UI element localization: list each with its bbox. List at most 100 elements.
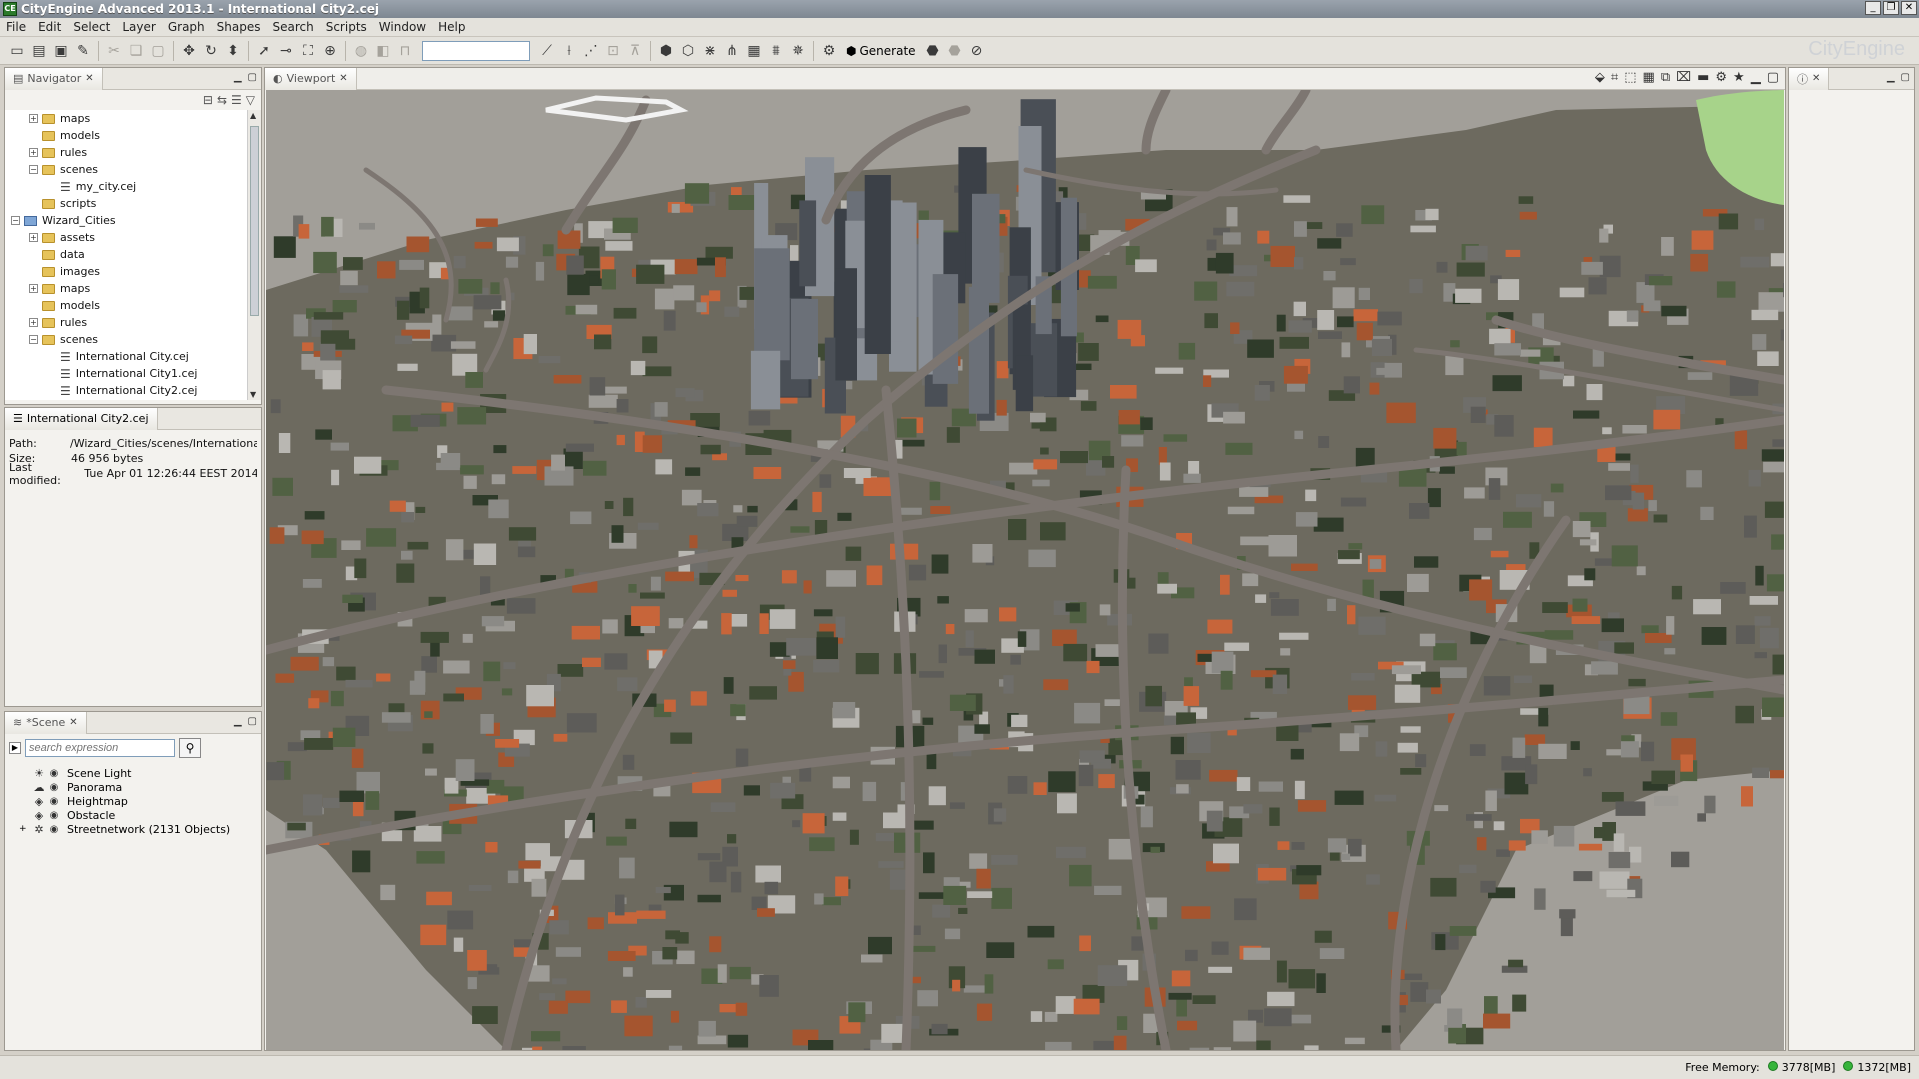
block-icon[interactable]: ⬢ xyxy=(655,40,677,62)
dolly-icon[interactable]: ⬍ xyxy=(222,40,244,62)
cleanup-icon[interactable]: ✵ xyxy=(787,40,809,62)
close-icon[interactable]: ✕ xyxy=(339,73,347,84)
street-grow-icon[interactable]: ⋰ xyxy=(580,40,602,62)
tree-item[interactable]: ☰ International City2.cej xyxy=(5,382,247,399)
shaded-icon[interactable]: ⬚ xyxy=(1624,70,1636,85)
copy-icon[interactable]: ❏ xyxy=(125,40,147,62)
tab-navigator[interactable]: ▤ Navigator ✕ xyxy=(5,67,103,90)
clean-models-icon[interactable]: ⊘ xyxy=(966,40,988,62)
tree-item[interactable]: images xyxy=(5,263,247,280)
menu-shapes[interactable]: Shapes xyxy=(211,20,267,34)
restore-button[interactable]: ❐ xyxy=(1883,1,1899,15)
rule-icon[interactable]: ⚙ xyxy=(818,40,840,62)
menu-scripts[interactable]: Scripts xyxy=(320,20,373,34)
tree-item[interactable]: ☰ International City1.cej xyxy=(5,365,247,382)
view-menu-icon[interactable]: ▽ xyxy=(246,93,255,107)
tree-item[interactable]: scripts xyxy=(5,195,247,212)
maximize-icon[interactable]: ▢ xyxy=(1901,72,1910,83)
cube-icon[interactable]: ◧ xyxy=(372,40,394,62)
frame-icon[interactable]: ⛶ xyxy=(297,40,319,62)
wand-icon[interactable]: ✎ xyxy=(72,40,94,62)
expander-icon[interactable]: + xyxy=(29,114,38,123)
generate-button[interactable]: ⬢ Generate xyxy=(840,44,922,58)
search-button[interactable]: ⚲ xyxy=(179,738,201,758)
expander-icon[interactable]: − xyxy=(29,335,38,344)
tree-item[interactable]: models xyxy=(5,127,247,144)
tree-item[interactable]: + rules xyxy=(5,314,247,331)
expander-icon[interactable]: + xyxy=(29,284,38,293)
eye-icon[interactable]: ◉ xyxy=(47,796,61,807)
eye-icon[interactable]: ◉ xyxy=(47,810,61,821)
minimize-icon[interactable]: ▁ xyxy=(234,716,242,727)
tab-inspector[interactable]: ⓘ ✕ xyxy=(1789,67,1830,90)
textured-icon[interactable]: ▦ xyxy=(1643,70,1655,85)
expander-icon[interactable]: − xyxy=(29,165,38,174)
star-icon[interactable]: ★ xyxy=(1733,70,1745,85)
expander-icon[interactable]: + xyxy=(29,318,38,327)
scene-layer-item[interactable]: ◈ ◉ Obstacle xyxy=(5,808,261,822)
expander-icon[interactable]: + xyxy=(29,233,38,242)
snapshot-icon[interactable]: ⌧ xyxy=(1676,70,1691,85)
maximize-icon[interactable]: ▢ xyxy=(248,72,257,83)
filter-icon[interactable]: ☰ xyxy=(231,93,242,107)
scene-layer-item[interactable]: ☀ ◉ Scene Light xyxy=(5,766,261,780)
street-poly-icon[interactable]: ⟊ xyxy=(558,40,580,62)
menu-edit[interactable]: Edit xyxy=(32,20,67,34)
tab-scene[interactable]: ≋ *Scene ✕ xyxy=(5,711,87,734)
update-seed-icon[interactable]: ⬣ xyxy=(944,40,966,62)
tree-item[interactable]: − scenes xyxy=(5,331,247,348)
new-icon[interactable]: ▭ xyxy=(6,40,28,62)
gear-icon[interactable]: ⚙ xyxy=(1715,70,1727,85)
eye-icon[interactable]: ◉ xyxy=(47,824,61,835)
maximize-icon[interactable]: ▢ xyxy=(1767,70,1779,85)
3d-city-view[interactable] xyxy=(266,90,1784,1050)
scrollbar-thumb[interactable] xyxy=(250,126,259,316)
tree-item[interactable]: data xyxy=(5,246,247,263)
minimize-icon[interactable]: ▁ xyxy=(1751,70,1761,85)
view-settings-icon[interactable]: ⬙ xyxy=(1595,70,1605,85)
scene-layer-item[interactable]: ☁ ◉ Panorama xyxy=(5,780,261,794)
close-button[interactable]: ✕ xyxy=(1901,1,1917,15)
menu-graph[interactable]: Graph xyxy=(162,20,211,34)
tree-item[interactable]: − Wizard_Cities xyxy=(5,212,247,229)
close-icon[interactable]: ✕ xyxy=(85,73,93,84)
menu-search[interactable]: Search xyxy=(266,20,319,34)
tree-item[interactable]: + maps xyxy=(5,110,247,127)
eye-icon[interactable]: ◉ xyxy=(47,768,61,779)
subdivide-icon[interactable]: ⋇ xyxy=(699,40,721,62)
search-input[interactable] xyxy=(25,739,175,757)
scene-layer-item[interactable]: + ✲ ◉ Streetnetwork (2131 Objects) xyxy=(5,822,261,836)
camera-icon[interactable]: ▬ xyxy=(1697,70,1709,85)
lot-icon[interactable]: ⬡ xyxy=(677,40,699,62)
navigator-scrollbar[interactable]: ▲ ▼ xyxy=(247,110,261,400)
paste-icon[interactable]: ▢ xyxy=(147,40,169,62)
tree-item[interactable]: ☰ International City.cej xyxy=(5,348,247,365)
tree-item[interactable]: − scenes xyxy=(5,161,247,178)
menu-select[interactable]: Select xyxy=(67,20,116,34)
open-folder-icon[interactable]: ▤ xyxy=(28,40,50,62)
tree-item[interactable]: + rules xyxy=(5,144,247,161)
scroll-up-icon[interactable]: ▲ xyxy=(250,111,256,120)
globe-icon[interactable]: ◍ xyxy=(350,40,372,62)
minimize-button[interactable]: _ xyxy=(1865,1,1881,15)
street-draw-icon[interactable]: ⟋ xyxy=(536,40,558,62)
play-icon[interactable]: ▶ xyxy=(9,742,21,754)
terrain-icon[interactable]: ⩩ xyxy=(765,40,787,62)
tab-file-info[interactable]: ☰ International City2.cej xyxy=(5,407,158,430)
menu-window[interactable]: Window xyxy=(373,20,432,34)
expander-icon[interactable]: − xyxy=(11,216,20,225)
align-icon[interactable]: ⊼ xyxy=(624,40,646,62)
close-icon[interactable]: ✕ xyxy=(1812,73,1820,84)
tree-item[interactable]: + assets xyxy=(5,229,247,246)
collapse-all-icon[interactable]: ⊟ xyxy=(203,93,213,107)
mesh-icon[interactable]: ⋔ xyxy=(721,40,743,62)
scene-layer-item[interactable]: ◈ ◉ Heightmap xyxy=(5,794,261,808)
wireframe-icon[interactable]: ⌗ xyxy=(1611,70,1618,85)
menu-help[interactable]: Help xyxy=(432,20,471,34)
menu-file[interactable]: File xyxy=(0,20,32,34)
regenerate-icon[interactable]: ⬣ xyxy=(922,40,944,62)
link-editor-icon[interactable]: ⇆ xyxy=(217,93,227,107)
lock-icon[interactable]: ⊓ xyxy=(394,40,416,62)
expander-icon[interactable]: + xyxy=(29,148,38,157)
zoom-icon[interactable]: ⊕ xyxy=(319,40,341,62)
